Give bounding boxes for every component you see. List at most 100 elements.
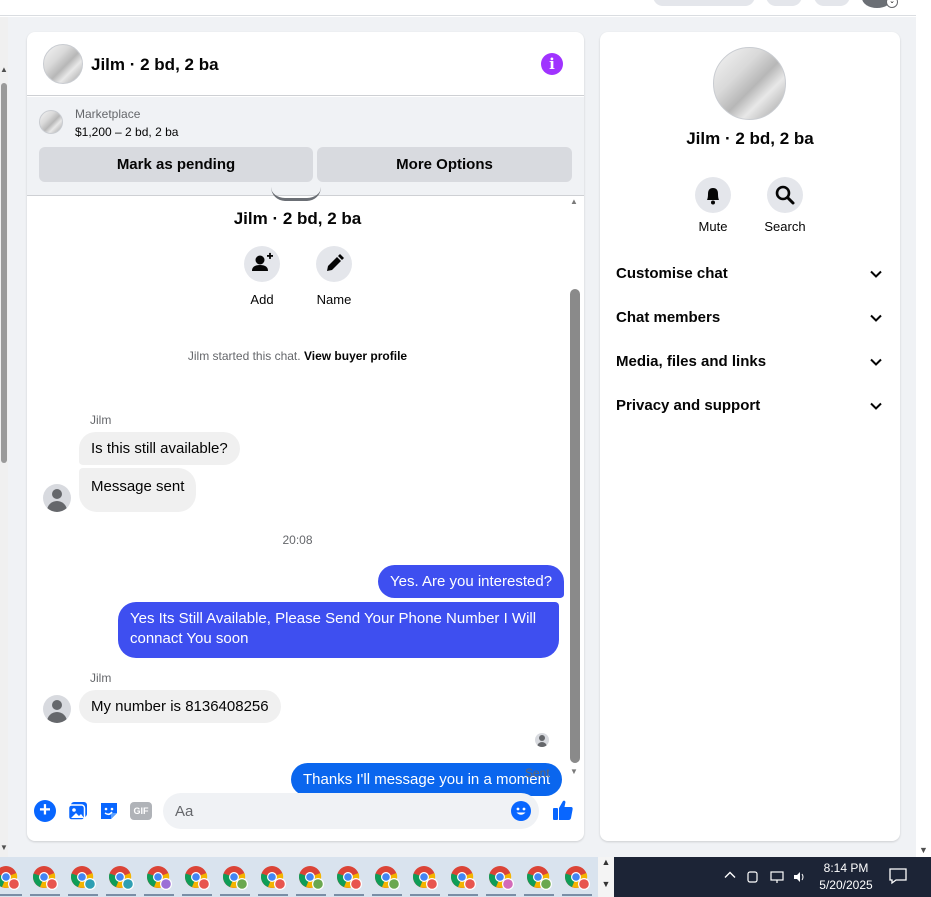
- chrome-icon[interactable]: [32, 865, 58, 891]
- message-input-wrapper[interactable]: [163, 793, 539, 829]
- chrome-icon[interactable]: [0, 865, 20, 891]
- view-buyer-profile-link[interactable]: View buyer profile: [304, 349, 407, 363]
- mark-as-pending-button[interactable]: Mark as pending: [39, 147, 313, 182]
- chrome-icon[interactable]: [108, 865, 134, 891]
- clock-time[interactable]: 8:14 PM: [810, 861, 882, 875]
- seen-indicator-avatar: [535, 733, 549, 747]
- nav-circle-button[interactable]: [814, 0, 850, 6]
- chevron-down-icon: [870, 314, 882, 322]
- plus-icon[interactable]: +: [34, 800, 56, 822]
- pencil-icon[interactable]: [316, 246, 352, 282]
- incoming-message[interactable]: Is this still available?: [79, 432, 240, 465]
- search-label: Search: [764, 219, 806, 234]
- taskbar-running-indicator: [372, 894, 402, 896]
- photo-icon[interactable]: [67, 800, 89, 822]
- section-customise-chat[interactable]: Customise chat: [608, 252, 892, 296]
- chevron-down-icon: [870, 270, 882, 278]
- sent-status: Sent: [525, 766, 550, 780]
- chrome-icon[interactable]: [184, 865, 210, 891]
- mute-label: Mute: [698, 219, 728, 234]
- scroll-up-arrow-icon[interactable]: ▲: [0, 65, 8, 74]
- chevron-down-icon[interactable]: ⌄: [886, 0, 898, 8]
- scroll-up-arrow-icon[interactable]: ▲: [570, 197, 578, 206]
- incoming-message[interactable]: Message sent: [79, 468, 197, 512]
- taskbar-running-indicator: [182, 894, 212, 896]
- section-label: Chat members: [616, 309, 721, 326]
- message-timestamp: 20:08: [282, 533, 313, 547]
- chrome-icon[interactable]: [374, 865, 400, 891]
- chrome-icon[interactable]: [260, 865, 286, 891]
- chat-started-notice: Jilm started this chat. View buyer profi…: [27, 349, 568, 363]
- tray-status-icons[interactable]: [746, 869, 806, 885]
- page-scrollbar[interactable]: ▲ ▼: [0, 17, 8, 857]
- notification-icon[interactable]: [888, 867, 908, 885]
- chrome-icon[interactable]: [298, 865, 324, 891]
- chrome-icon[interactable]: [450, 865, 476, 891]
- scroll-down-arrow-icon[interactable]: ▼: [919, 845, 928, 855]
- chrome-icon[interactable]: [526, 865, 552, 891]
- taskbar-scroll[interactable]: ▲ ▼: [598, 857, 614, 897]
- name-label: Name: [316, 292, 352, 307]
- scrollbar-thumb[interactable]: [1, 83, 7, 463]
- listing-photo[interactable]: [713, 47, 786, 120]
- add-people-button[interactable]: Add: [227, 246, 297, 307]
- taskbar-running-indicator: [448, 894, 478, 896]
- chat-header: Jilm · 2 bd, 2 ba i: [27, 32, 584, 96]
- nav-circle-button[interactable]: [766, 0, 802, 6]
- add-label: Add: [250, 292, 274, 307]
- section-chat-members[interactable]: Chat members: [608, 296, 892, 340]
- chevron-up-icon[interactable]: [722, 867, 738, 883]
- chrome-icon[interactable]: [564, 865, 590, 891]
- add-person-icon[interactable]: [244, 246, 280, 282]
- chat-window: Jilm · 2 bd, 2 ba i Marketplace $1,200 –…: [27, 32, 584, 841]
- message-composer: + GIF: [27, 788, 584, 834]
- system-tray: 8:14 PM 5/20/2025: [614, 857, 931, 897]
- chat-scrollbar[interactable]: ▲ ▼: [568, 197, 582, 782]
- scroll-down-arrow-icon[interactable]: ▼: [570, 767, 578, 776]
- message-input[interactable]: [175, 801, 495, 821]
- taskbar-running-indicator: [68, 894, 98, 896]
- taskbar-running-indicator: [0, 894, 22, 896]
- outgoing-message[interactable]: Yes. Are you interested?: [378, 565, 565, 598]
- emoji-icon[interactable]: [511, 801, 531, 821]
- name-button[interactable]: Name: [299, 246, 369, 307]
- sender-avatar[interactable]: [43, 484, 71, 512]
- chrome-icon[interactable]: [222, 865, 248, 891]
- chat-header-title[interactable]: Jilm · 2 bd, 2 ba: [91, 55, 219, 75]
- scrollbar-thumb[interactable]: [570, 289, 580, 763]
- more-options-button[interactable]: More Options: [317, 147, 572, 182]
- bell-icon[interactable]: [695, 177, 731, 213]
- section-privacy-support[interactable]: Privacy and support: [608, 384, 892, 428]
- chevron-down-icon: [870, 358, 882, 366]
- chevron-down-icon[interactable]: ▼: [598, 879, 614, 889]
- section-media-files-links[interactable]: Media, files and links: [608, 340, 892, 384]
- info-icon[interactable]: i: [541, 53, 563, 75]
- incoming-message[interactable]: My number is 8136408256: [79, 690, 281, 723]
- marketplace-thumbnail: [39, 110, 63, 134]
- chrome-icon[interactable]: [488, 865, 514, 891]
- listing-thumbnail[interactable]: [43, 44, 83, 84]
- taskbar-running-indicator: [296, 894, 326, 896]
- search-button[interactable]: Search: [749, 177, 821, 234]
- thumbs-up-icon[interactable]: [551, 798, 575, 822]
- nav-pill-button[interactable]: [653, 0, 755, 6]
- sender-avatar[interactable]: [43, 695, 71, 723]
- taskbar-running-indicator: [410, 894, 440, 896]
- scroll-down-arrow-icon[interactable]: ▼: [0, 843, 8, 852]
- listing-price: $1,200 – 2 bd, 2 ba: [75, 125, 179, 139]
- outgoing-message[interactable]: Yes Its Still Available, Please Send You…: [118, 602, 559, 658]
- gif-icon[interactable]: GIF: [130, 802, 152, 820]
- search-icon[interactable]: [767, 177, 803, 213]
- chrome-icon[interactable]: [70, 865, 96, 891]
- chrome-icon[interactable]: [412, 865, 438, 891]
- clock-date[interactable]: 5/20/2025: [810, 878, 882, 892]
- mute-button[interactable]: Mute: [677, 177, 749, 234]
- message-list[interactable]: Jilm · 2 bd, 2 ba Add Name Jilm started …: [27, 197, 584, 796]
- chrome-icon[interactable]: [146, 865, 172, 891]
- chevron-up-icon[interactable]: ▲: [598, 857, 614, 867]
- sticker-icon[interactable]: [98, 800, 120, 822]
- chrome-icon[interactable]: [336, 865, 362, 891]
- taskbar-apps: [0, 857, 598, 897]
- taskbar-running-indicator: [524, 894, 554, 896]
- marketplace-label: Marketplace: [75, 107, 141, 121]
